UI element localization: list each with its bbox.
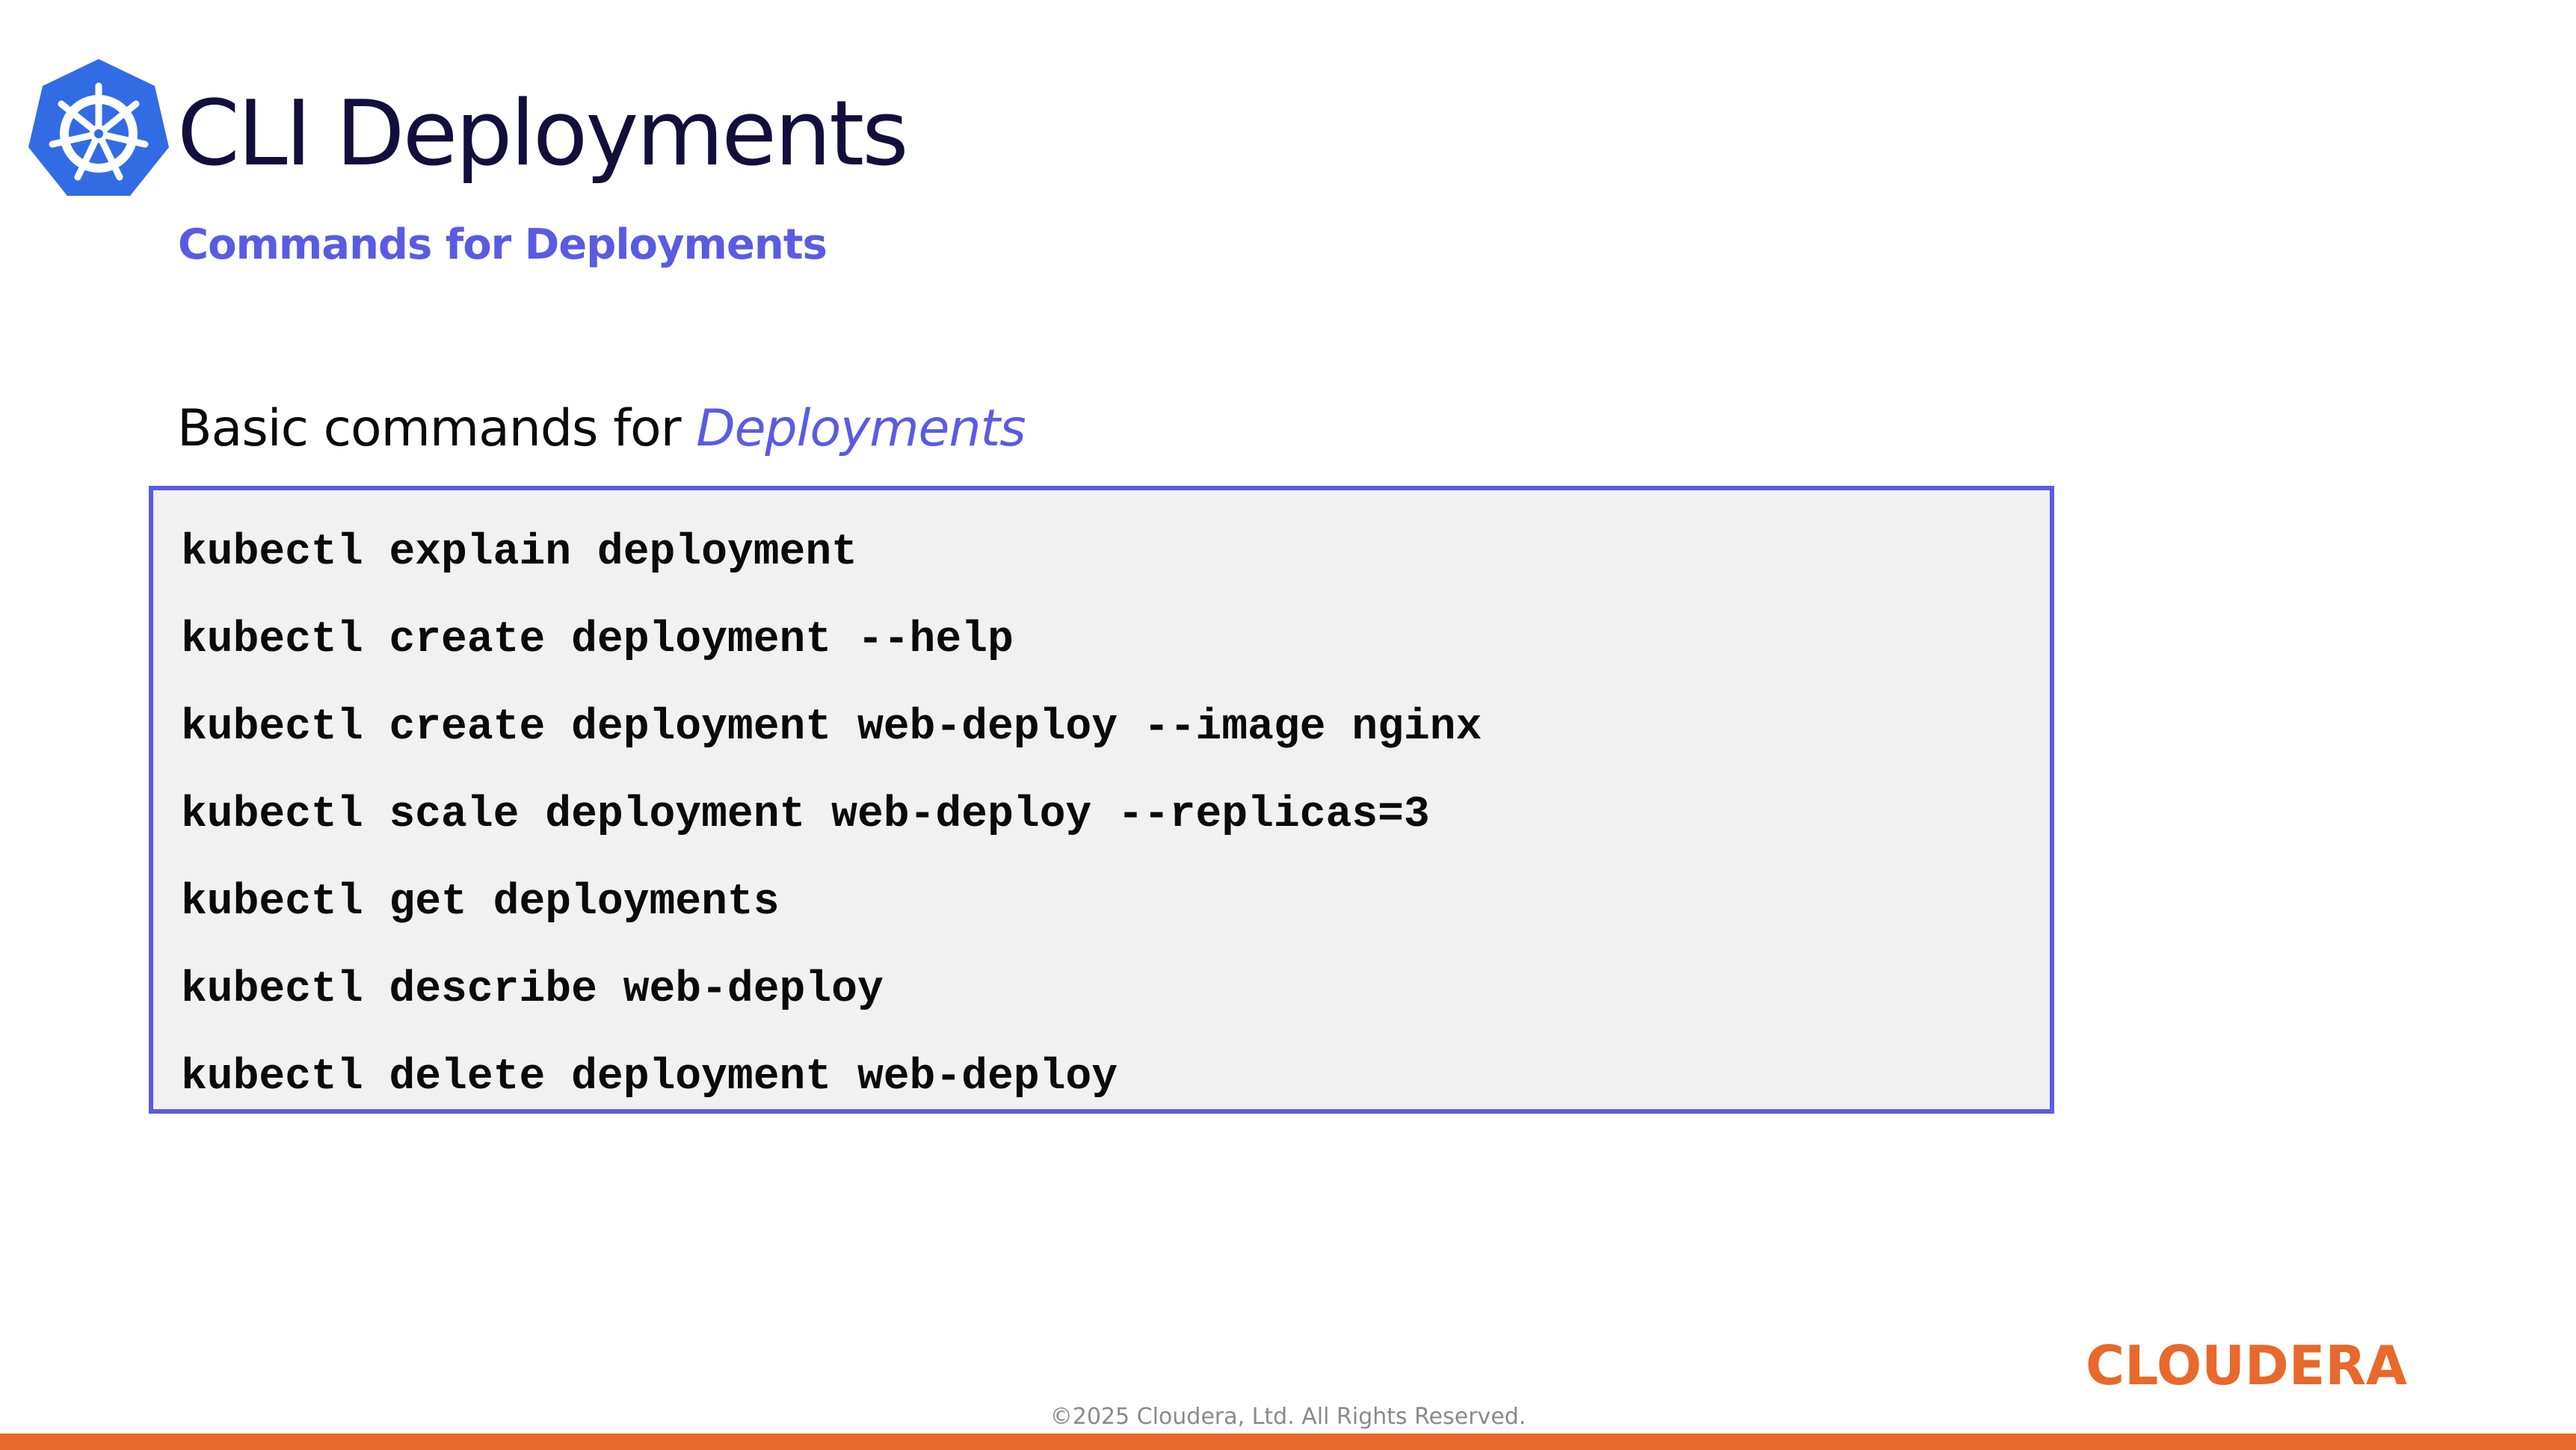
code-line: kubectl create deployment --help bbox=[181, 616, 1014, 664]
cloudera-logo: CLOUDERA bbox=[2086, 1336, 2407, 1395]
kubernetes-helm-icon bbox=[28, 59, 169, 196]
section-heading-text: Basic commands for bbox=[177, 399, 697, 458]
brand-wordmark: CLOUDERA bbox=[2086, 1336, 2407, 1395]
footer-accent-bar bbox=[0, 1434, 2576, 1450]
code-line: kubectl delete deployment web-deploy bbox=[181, 1053, 1118, 1102]
code-line: kubectl scale deployment web-deploy --re… bbox=[181, 791, 1430, 839]
copyright-notice: ©2025 Cloudera, Ltd. All Rights Reserved… bbox=[1050, 1404, 1526, 1430]
code-line: kubectl create deployment web-deploy --i… bbox=[181, 703, 1482, 752]
slide-subtitle: Commands for Deployments bbox=[178, 220, 828, 269]
slide-title: CLI Deployments bbox=[177, 82, 909, 186]
code-block: kubectl explain deployment kubectl creat… bbox=[149, 486, 2054, 1114]
code-line: kubectl get deployments bbox=[181, 878, 780, 927]
section-heading-emphasis: Deployments bbox=[696, 399, 1026, 458]
code-line: kubectl describe web-deploy bbox=[181, 966, 884, 1014]
code-line: kubectl explain deployment bbox=[181, 528, 857, 577]
section-heading: Basic commands for Deployments bbox=[177, 395, 1026, 463]
